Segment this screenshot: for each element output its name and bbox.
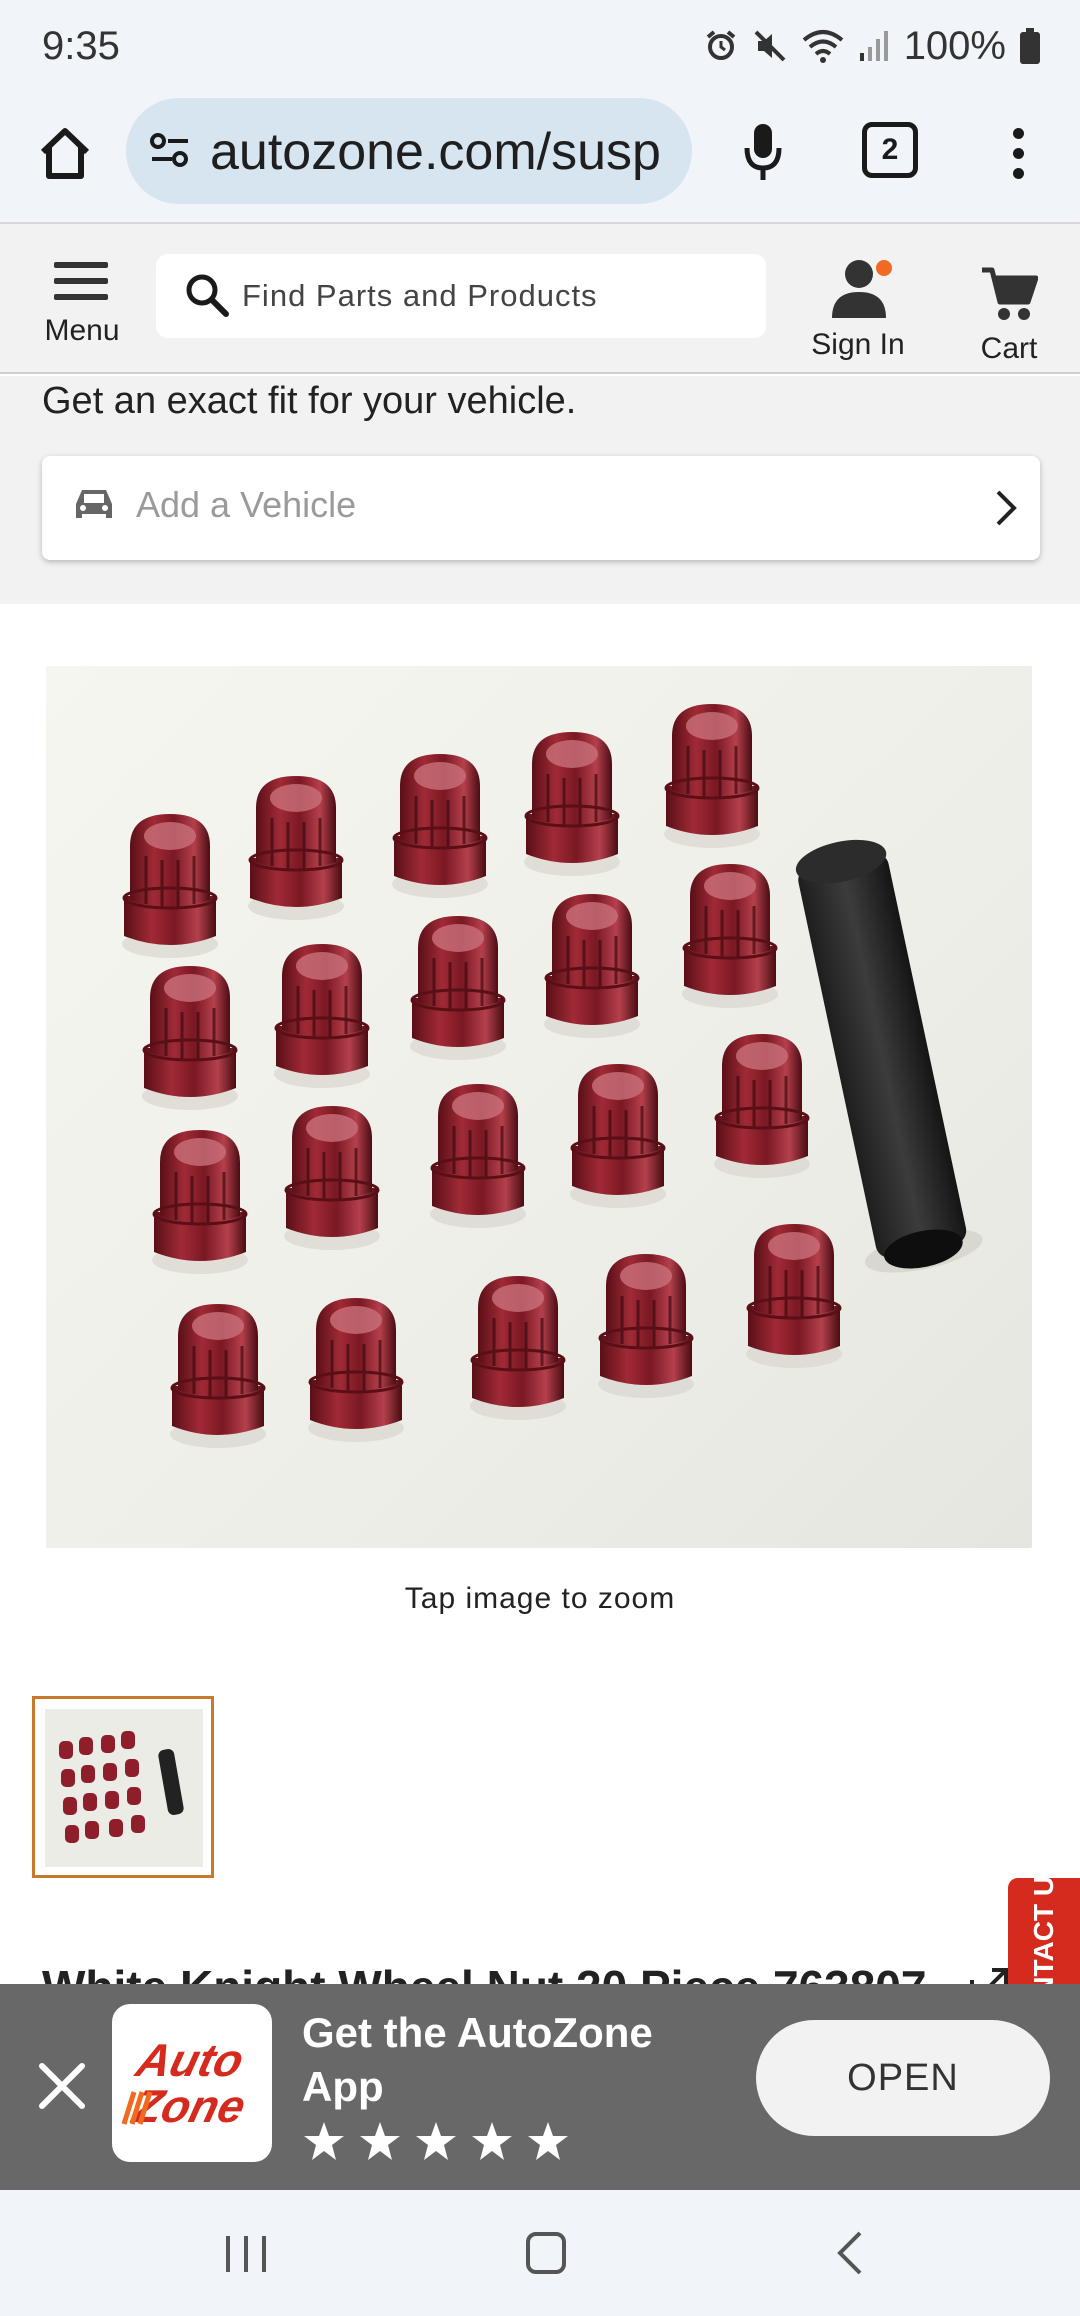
nav-home-button[interactable] — [526, 2232, 566, 2274]
search-placeholder: Find Parts and Products — [242, 278, 598, 313]
key-tool — [795, 839, 983, 1273]
more-dot-icon — [1012, 127, 1024, 139]
add-vehicle-button[interactable]: Add a Vehicle — [42, 456, 1040, 560]
menu-label: Menu — [44, 314, 120, 347]
more-dot-icon — [1012, 167, 1024, 179]
sign-in-label: Sign In — [811, 328, 905, 361]
sign-in-button[interactable]: Sign In — [800, 244, 916, 364]
cart-icon — [982, 267, 1038, 320]
app-install-banner: Auto Zone Get the AutoZone App OPEN — [0, 1984, 1080, 2190]
site-header: Menu Find Parts and Products Sign In Car… — [0, 224, 1080, 374]
svg-text:Auto: Auto — [131, 2035, 249, 2086]
open-app-button[interactable]: OPEN — [756, 2020, 1050, 2136]
app-rating-stars — [302, 2120, 570, 2162]
home-icon — [40, 128, 90, 179]
vehicle-fit-heading: Get an exact fit for your vehicle. — [42, 380, 577, 422]
star-icon — [472, 2122, 512, 2160]
autozone-logo: Auto Zone — [112, 2004, 272, 2162]
status-time: 9:35 — [42, 24, 120, 68]
site-settings-icon[interactable] — [148, 128, 192, 172]
menu-button[interactable]: Menu — [40, 254, 124, 354]
back-icon[interactable] — [834, 2230, 864, 2276]
app-banner-title: Get the AutoZone App — [302, 2009, 653, 2110]
alarm-icon — [706, 30, 735, 60]
system-nav-bar — [0, 2190, 1080, 2316]
browser-home-button[interactable] — [30, 118, 100, 188]
star-icon — [528, 2122, 568, 2160]
thumbnail-nuts-icon — [59, 1731, 184, 1843]
mute-icon — [754, 30, 786, 62]
tab-switcher-button[interactable]: 2 — [862, 122, 918, 178]
product-thumbnail[interactable] — [32, 1696, 214, 1878]
search-icon — [186, 274, 229, 317]
autozone-logo-icon: Auto Zone — [121, 2035, 251, 2132]
status-icons: 100% — [704, 22, 1040, 70]
thumbnail-image — [45, 1709, 203, 1867]
star-icon — [360, 2122, 400, 2160]
browser-toolbar: autozone.com/susp 2 — [0, 92, 1080, 224]
battery-percentage: 100% — [903, 23, 1006, 68]
zoom-hint: Tap image to zoom — [404, 1582, 676, 1615]
voice-search-button[interactable] — [730, 116, 796, 188]
cart-button[interactable]: Cart — [968, 246, 1050, 366]
close-icon[interactable] — [34, 2058, 90, 2114]
battery-icon — [1020, 28, 1040, 64]
status-bar: 9:35 100% — [0, 0, 1080, 92]
url-text: autozone.com/susp — [210, 123, 661, 181]
hamburger-icon — [54, 262, 108, 310]
lug-nuts-photo — [120, 702, 983, 1450]
car-icon — [76, 490, 112, 518]
product-image[interactable] — [46, 666, 1032, 1548]
microphone-icon — [744, 124, 782, 180]
search-input[interactable]: Find Parts and Products — [156, 254, 766, 338]
cart-label: Cart — [980, 332, 1038, 365]
more-dot-icon — [1012, 147, 1024, 159]
wifi-icon — [802, 30, 843, 63]
star-icon — [304, 2122, 344, 2160]
address-bar[interactable]: autozone.com/susp — [126, 98, 692, 204]
vehicle-selector-section: Get an exact fit for your vehicle. Add a… — [0, 376, 1080, 604]
browser-menu-button[interactable] — [1000, 118, 1036, 188]
star-icon — [416, 2122, 456, 2160]
notification-dot — [876, 260, 892, 276]
signal-icon — [859, 31, 888, 61]
recent-apps-icon[interactable] — [224, 2234, 268, 2274]
chevron-right-icon — [996, 490, 1017, 526]
add-vehicle-label: Add a Vehicle — [136, 484, 357, 525]
